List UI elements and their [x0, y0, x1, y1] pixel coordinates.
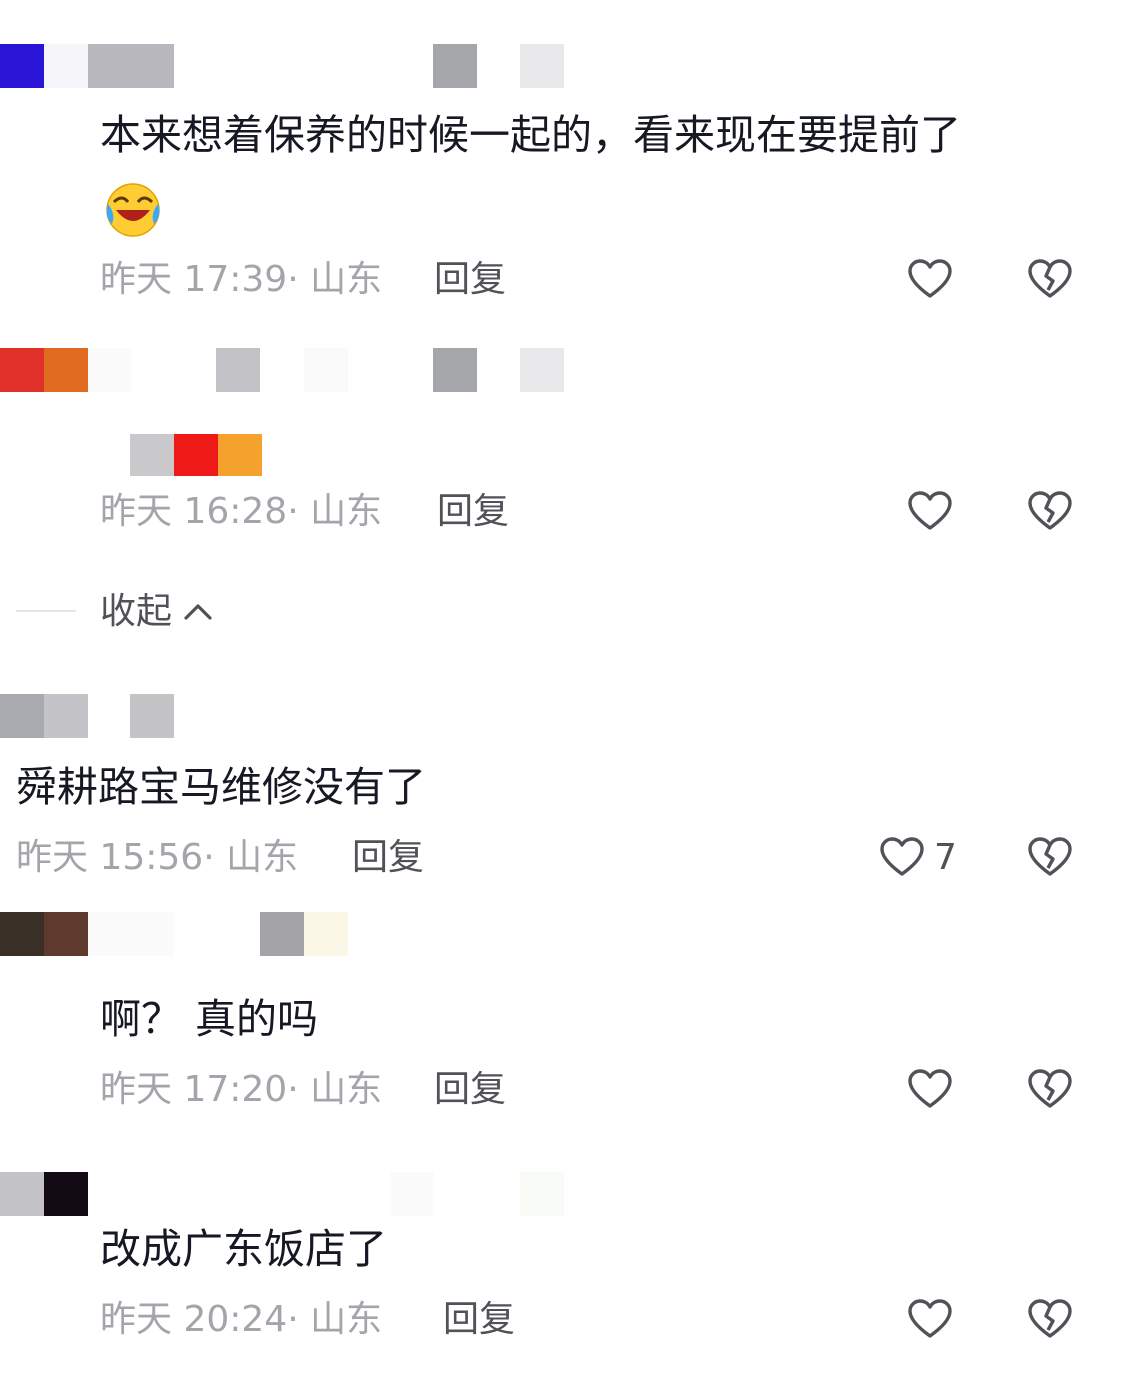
pixelated-username[interactable] [304, 912, 348, 956]
pixelated-username[interactable] [44, 912, 88, 956]
heart-outline-icon[interactable] [906, 488, 954, 536]
comment-location: · 山东 [203, 837, 299, 878]
broken-heart-icon[interactable] [1026, 834, 1074, 882]
comment-location: · 山东 [287, 491, 383, 532]
reply-button[interactable]: 回复 [352, 836, 424, 880]
pixelated-username[interactable] [44, 44, 88, 88]
pixelated-username[interactable] [433, 348, 477, 392]
broken-heart-icon[interactable] [1026, 1296, 1074, 1344]
pixelated-username[interactable] [88, 348, 132, 392]
like-count: 7 [934, 837, 957, 878]
pixelated-username[interactable] [0, 694, 44, 738]
comment-time: 昨天 20:24· 山东 [100, 1299, 383, 1340]
pixelated-username[interactable] [0, 44, 44, 88]
heart-outline-icon[interactable] [878, 834, 926, 882]
pixelated-username[interactable] [88, 912, 174, 956]
comment-text: 改成广东饭店了 [100, 1225, 387, 1273]
reply-button[interactable]: 回复 [437, 490, 509, 534]
comment-location: · 山东 [287, 1299, 383, 1340]
reply-button[interactable]: 回复 [434, 1068, 506, 1112]
comment-time: 昨天 17:20· 山东 [100, 1069, 383, 1110]
pixelated-comment [174, 434, 218, 476]
comment-location: · 山东 [287, 259, 383, 300]
heart-outline-icon[interactable] [906, 1296, 954, 1344]
pixelated-username[interactable] [216, 348, 260, 392]
pixelated-username[interactable] [130, 694, 174, 738]
pixelated-username[interactable] [0, 348, 44, 392]
pixelated-username[interactable] [433, 44, 477, 88]
reply-button[interactable]: 回复 [443, 1298, 515, 1342]
pixelated-comment [218, 434, 262, 476]
pixelated-username[interactable] [520, 44, 564, 88]
comment-text: 舜耕路宝马维修没有了 [16, 763, 426, 811]
heart-outline-icon[interactable] [906, 1066, 954, 1114]
comment-text: 啊？ 真的吗 [100, 995, 319, 1043]
pixelated-username[interactable] [304, 348, 348, 392]
comment-text: 本来想着保养的时候一起的，看来现在要提前了 [100, 111, 961, 159]
comment-location: · 山东 [287, 1069, 383, 1110]
pixelated-comment [130, 434, 174, 476]
pixelated-username[interactable] [0, 1172, 44, 1216]
collapse-replies-button[interactable]: 收起 [100, 590, 216, 634]
laughing-tears-emoji [102, 180, 164, 238]
pixelated-username[interactable] [390, 1172, 434, 1216]
pixelated-username[interactable] [44, 1172, 88, 1216]
collapse-divider [16, 610, 76, 612]
pixelated-username[interactable] [520, 348, 564, 392]
chevron-up-icon [180, 594, 216, 630]
collapse-label: 收起 [100, 591, 173, 632]
pixelated-username[interactable] [44, 348, 88, 392]
pixelated-username[interactable] [44, 694, 88, 738]
comment-time: 昨天 17:39· 山东 [100, 259, 383, 300]
broken-heart-icon[interactable] [1026, 1066, 1074, 1114]
pixelated-username[interactable] [520, 1172, 564, 1216]
reply-button[interactable]: 回复 [434, 258, 506, 302]
heart-outline-icon[interactable] [906, 256, 954, 304]
pixelated-username[interactable] [0, 912, 44, 956]
pixelated-username[interactable] [88, 44, 174, 88]
pixelated-username[interactable] [260, 912, 304, 956]
comment-time: 昨天 16:28· 山东 [100, 491, 383, 532]
broken-heart-icon[interactable] [1026, 256, 1074, 304]
broken-heart-icon[interactable] [1026, 488, 1074, 536]
comment-time: 昨天 15:56· 山东 [16, 837, 299, 878]
